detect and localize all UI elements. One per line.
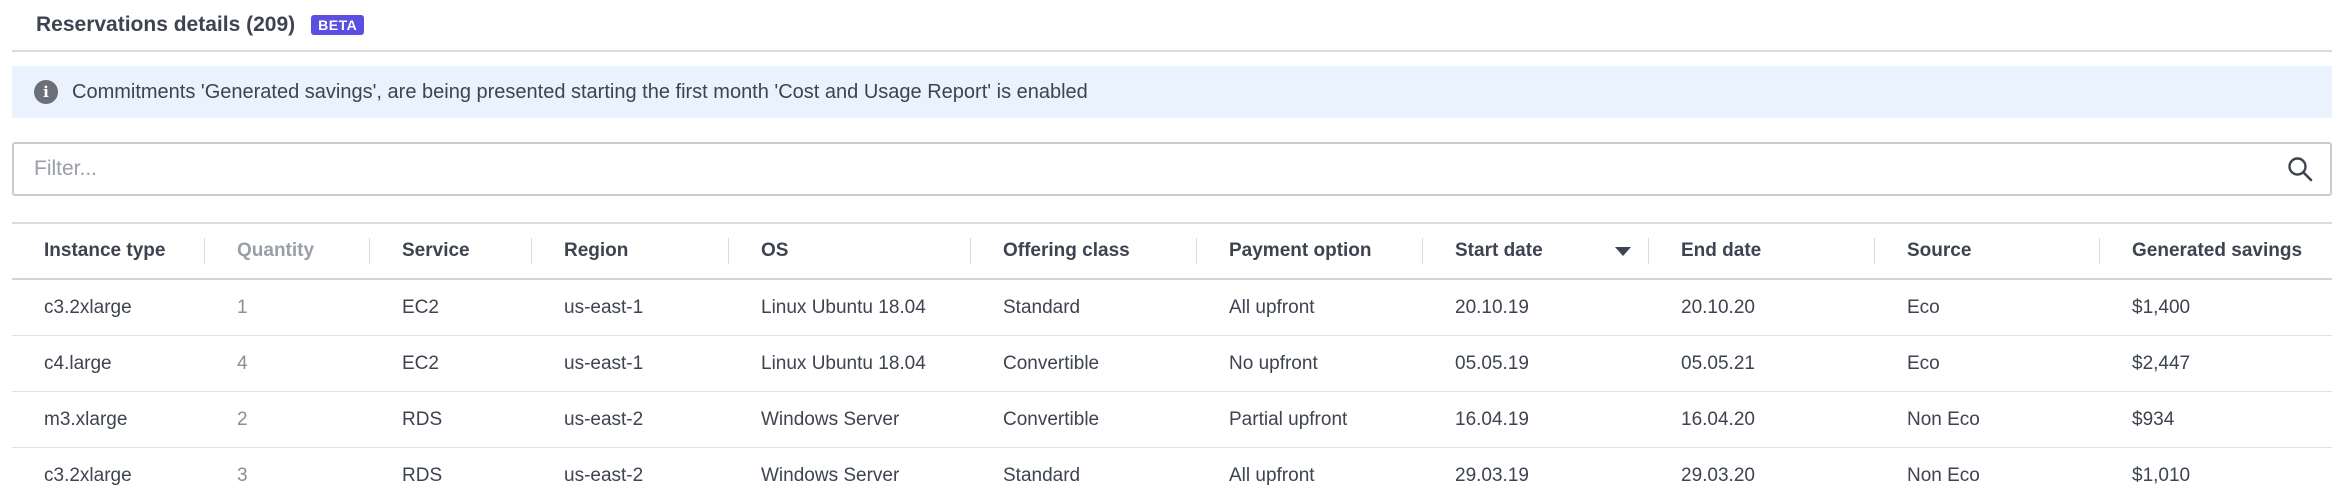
cell-end-date: 20.10.20 — [1681, 296, 1755, 318]
cell-source: Eco — [1907, 296, 1940, 318]
table-header-row: Instance type Quantity Service Region OS… — [12, 224, 2332, 280]
reservations-details-panel: Reservations details (209) BETA i Commit… — [0, 0, 2344, 496]
cell-quantity: 1 — [237, 296, 248, 318]
filter-box — [12, 142, 2332, 196]
cell-generated-savings: $2,447 — [2132, 352, 2191, 374]
column-header-source[interactable]: Source — [1875, 238, 2100, 264]
cell-instance-type: c3.2xlarge — [44, 464, 132, 486]
cell-end-date: 05.05.21 — [1681, 352, 1755, 374]
column-header-service[interactable]: Service — [370, 238, 532, 264]
cell-service: RDS — [402, 408, 443, 430]
cell-os: Linux Ubuntu 18.04 — [761, 296, 926, 318]
table-row[interactable]: c3.2xlarge 1 EC2 us-east-1 Linux Ubuntu … — [12, 280, 2332, 336]
table-row[interactable]: c4.large 4 EC2 us-east-1 Linux Ubuntu 18… — [12, 336, 2332, 392]
cell-offering-class: Standard — [1003, 296, 1081, 318]
search-icon[interactable] — [2286, 155, 2314, 183]
panel-header: Reservations details (209) BETA — [12, 0, 2332, 52]
cell-region: us-east-1 — [564, 296, 644, 318]
column-header-generated-savings[interactable]: Generated savings — [2100, 240, 2332, 262]
cell-offering-class: Standard — [1003, 464, 1081, 486]
beta-badge: BETA — [311, 15, 365, 35]
filter-input[interactable] — [34, 157, 2286, 181]
table-row[interactable]: c3.2xlarge 3 RDS us-east-2 Windows Serve… — [12, 448, 2332, 496]
column-header-end-date[interactable]: End date — [1649, 238, 1875, 264]
info-banner-text: Commitments 'Generated savings', are bei… — [72, 80, 1088, 103]
cell-quantity: 4 — [237, 352, 248, 374]
cell-region: us-east-1 — [564, 352, 644, 374]
cell-payment-option: All upfront — [1229, 296, 1315, 318]
cell-os: Windows Server — [761, 408, 900, 430]
cell-region: us-east-2 — [564, 408, 644, 430]
cell-source: Eco — [1907, 352, 1940, 374]
cell-os: Windows Server — [761, 464, 900, 486]
column-header-instance-type[interactable]: Instance type — [12, 238, 205, 264]
cell-instance-type: c4.large — [44, 352, 112, 374]
cell-start-date: 05.05.19 — [1455, 352, 1529, 374]
cell-region: us-east-2 — [564, 464, 644, 486]
column-header-region[interactable]: Region — [532, 238, 729, 264]
cell-start-date: 20.10.19 — [1455, 296, 1529, 318]
info-icon: i — [34, 80, 58, 104]
column-header-os[interactable]: OS — [729, 238, 971, 264]
sort-descending-icon[interactable] — [1615, 247, 1631, 256]
cell-payment-option: All upfront — [1229, 464, 1315, 486]
cell-start-date: 16.04.19 — [1455, 408, 1529, 430]
column-header-payment-option[interactable]: Payment option — [1197, 238, 1423, 264]
cell-generated-savings: $934 — [2132, 408, 2175, 430]
cell-source: Non Eco — [1907, 408, 1980, 430]
cell-offering-class: Convertible — [1003, 352, 1100, 374]
page-title: Reservations details (209) — [36, 13, 296, 36]
table-row[interactable]: m3.xlarge 2 RDS us-east-2 Windows Server… — [12, 392, 2332, 448]
cell-source: Non Eco — [1907, 464, 1980, 486]
cell-quantity: 2 — [237, 408, 248, 430]
cell-generated-savings: $1,400 — [2132, 296, 2191, 318]
cell-offering-class: Convertible — [1003, 408, 1100, 430]
info-banner: i Commitments 'Generated savings', are b… — [12, 66, 2332, 118]
column-header-start-date[interactable]: Start date — [1423, 238, 1649, 264]
cell-service: EC2 — [402, 352, 439, 374]
cell-service: RDS — [402, 464, 443, 486]
column-header-quantity[interactable]: Quantity — [205, 238, 370, 264]
column-header-offering-class[interactable]: Offering class — [971, 238, 1197, 264]
cell-end-date: 29.03.20 — [1681, 464, 1755, 486]
column-header-start-date-label: Start date — [1455, 240, 1543, 261]
cell-instance-type: c3.2xlarge — [44, 296, 132, 318]
cell-start-date: 29.03.19 — [1455, 464, 1529, 486]
reservations-table: Instance type Quantity Service Region OS… — [12, 222, 2332, 496]
cell-os: Linux Ubuntu 18.04 — [761, 352, 926, 374]
cell-generated-savings: $1,010 — [2132, 464, 2191, 486]
cell-payment-option: No upfront — [1229, 352, 1318, 374]
cell-service: EC2 — [402, 296, 439, 318]
cell-end-date: 16.04.20 — [1681, 408, 1755, 430]
cell-quantity: 3 — [237, 464, 248, 486]
cell-instance-type: m3.xlarge — [44, 408, 128, 430]
cell-payment-option: Partial upfront — [1229, 408, 1348, 430]
